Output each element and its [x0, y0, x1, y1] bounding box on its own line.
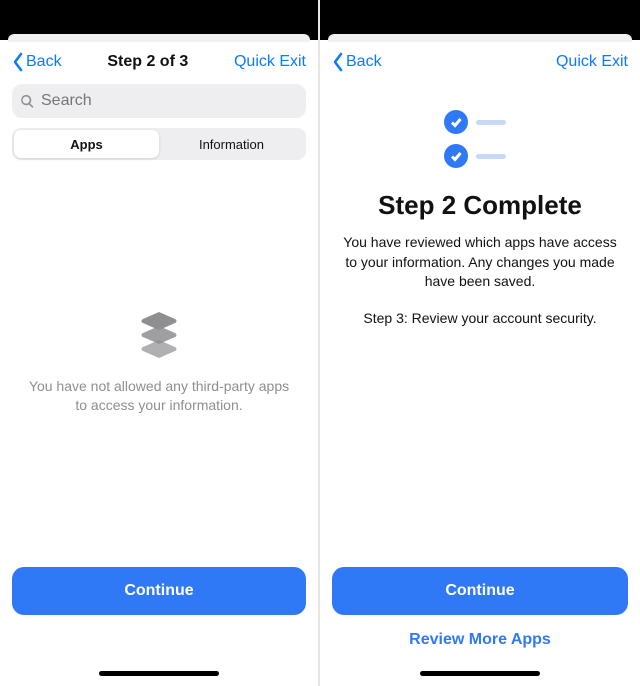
- review-more-apps-button[interactable]: Review More Apps: [332, 621, 628, 659]
- progress-checklist-icon: [444, 110, 516, 168]
- checkmark-circle-icon: [444, 110, 468, 134]
- apps-stack-icon: [133, 312, 185, 363]
- search-icon: [20, 94, 35, 109]
- page-title: Step 2 of 3: [107, 53, 188, 71]
- bottom-actions: Continue Review More Apps: [332, 567, 628, 686]
- home-indicator[interactable]: [420, 671, 540, 676]
- check-item-2: [444, 144, 506, 168]
- navigation-bar: Back Quick Exit: [332, 42, 628, 82]
- chevron-left-icon: [12, 52, 24, 72]
- chevron-left-icon: [332, 52, 344, 72]
- empty-state-message: You have not allowed any third-party app…: [22, 377, 296, 415]
- back-button[interactable]: Back: [12, 52, 62, 72]
- bottom-spacer: [12, 621, 306, 659]
- empty-state: You have not allowed any third-party app…: [12, 160, 306, 567]
- segment-information[interactable]: Information: [159, 130, 304, 158]
- progress-line-icon: [476, 120, 506, 125]
- sheet-content: Back Quick Exit Step 2 Complete You have…: [320, 42, 640, 686]
- progress-line-icon: [476, 154, 506, 159]
- sheet-content: Back Step 2 of 3 Quick Exit Apps Informa…: [0, 42, 318, 686]
- back-label: Back: [26, 53, 62, 71]
- checkmark-circle-icon: [444, 144, 468, 168]
- check-item-1: [444, 110, 506, 134]
- navigation-bar: Back Step 2 of 3 Quick Exit: [12, 42, 306, 82]
- segment-apps[interactable]: Apps: [14, 130, 159, 158]
- next-step-text: Step 3: Review your account security.: [332, 310, 628, 326]
- continue-button[interactable]: Continue: [332, 567, 628, 615]
- screen-step2-complete: Back Quick Exit Step 2 Complete You have…: [320, 0, 640, 686]
- segmented-control: Apps Information: [12, 128, 306, 160]
- completion-title: Step 2 Complete: [332, 190, 628, 221]
- back-label: Back: [346, 53, 382, 71]
- quick-exit-button[interactable]: Quick Exit: [234, 53, 306, 71]
- search-field[interactable]: [12, 84, 306, 118]
- screen-step2-apps-list: Back Step 2 of 3 Quick Exit Apps Informa…: [0, 0, 320, 686]
- search-input[interactable]: [41, 92, 298, 110]
- completion-body: You have reviewed which apps have access…: [332, 233, 628, 292]
- home-indicator[interactable]: [99, 671, 219, 676]
- content-spacer: [332, 326, 628, 567]
- continue-button[interactable]: Continue: [12, 567, 306, 615]
- bottom-actions: Continue: [12, 567, 306, 686]
- quick-exit-button[interactable]: Quick Exit: [556, 53, 628, 71]
- back-button[interactable]: Back: [332, 52, 382, 72]
